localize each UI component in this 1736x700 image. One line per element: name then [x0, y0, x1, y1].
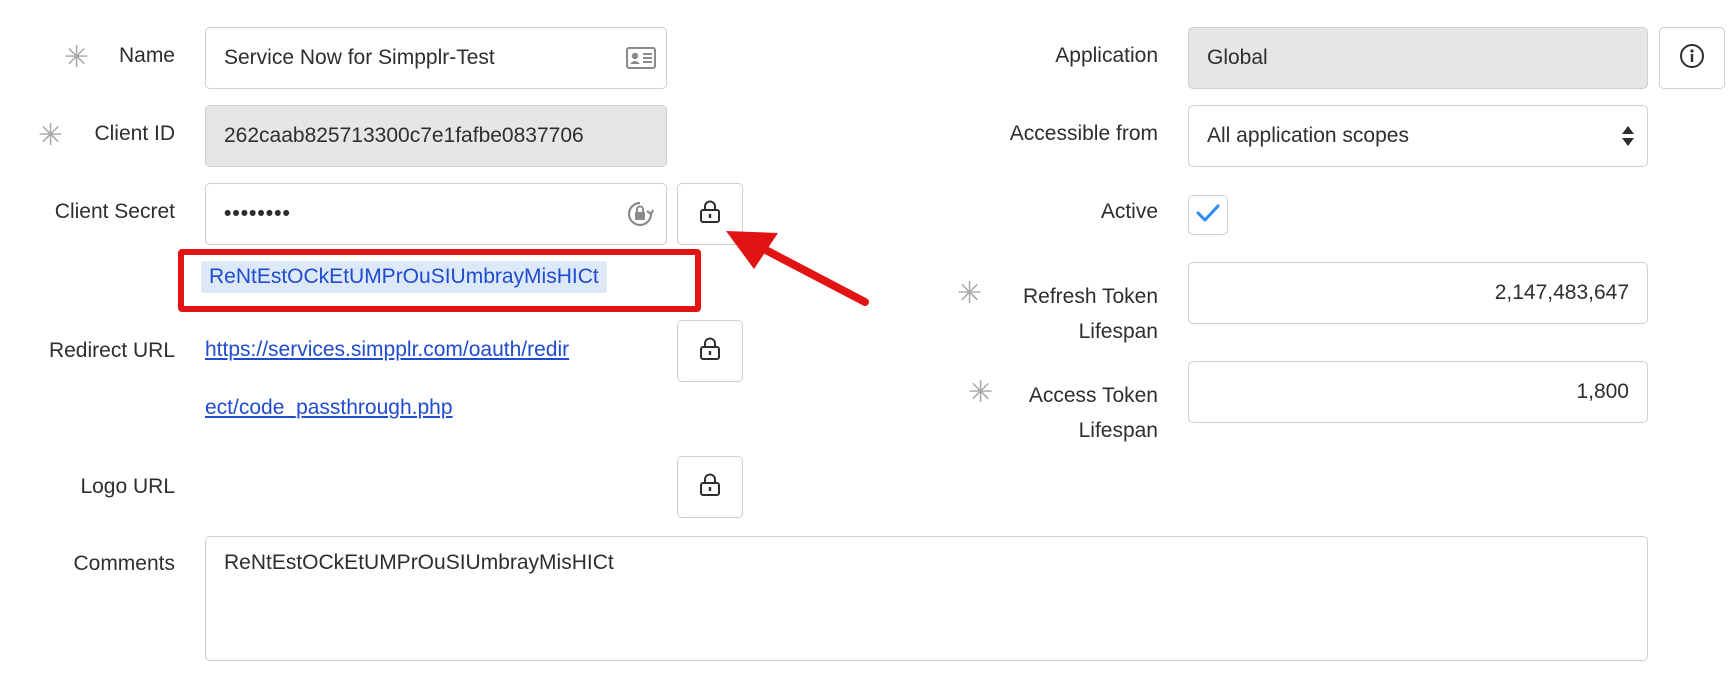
application-value: Global — [1207, 46, 1268, 69]
client-id-value: 262caab825713300c7e1fafbe0837706 — [224, 124, 584, 147]
access-token-label-line2: Lifespan — [1078, 419, 1158, 442]
contact-card-icon[interactable] — [626, 47, 656, 69]
refresh-token-field[interactable]: 2,147,483,647 — [1188, 262, 1648, 324]
redirect-url-link-line2[interactable]: ect/code_passthrough.php — [205, 396, 453, 420]
lock-icon — [699, 337, 721, 366]
accessible-from-value: All application scopes — [1207, 124, 1409, 147]
client-secret-masked: •••••••• — [224, 202, 291, 225]
access-token-value: 1,800 — [1576, 380, 1629, 403]
refresh-token-label-line2: Lifespan — [1078, 320, 1158, 343]
access-token-label: Access Token Lifespan — [900, 378, 1158, 448]
refresh-token-label-line1: Refresh Token — [1022, 285, 1158, 308]
name-value: Service Now for Simpplr-Test — [224, 46, 495, 69]
redirect-url-label: Redirect URL — [48, 339, 175, 362]
client-secret-label: Client Secret — [54, 200, 175, 223]
comments-label: Comments — [73, 552, 175, 575]
refresh-token-label: Refresh Token Lifespan — [900, 279, 1158, 349]
client-secret-field[interactable]: •••••••• — [205, 183, 667, 245]
application-info-button[interactable] — [1659, 27, 1725, 89]
lock-icon — [699, 473, 721, 502]
access-token-label-line1: Access Token — [1028, 384, 1158, 407]
accessible-from-label: Accessible from — [1009, 122, 1158, 145]
client-id-label: Client ID — [94, 122, 175, 145]
info-icon — [1679, 43, 1705, 74]
active-label: Active — [1100, 200, 1158, 223]
client-id-field[interactable]: 262caab825713300c7e1fafbe0837706 — [205, 105, 667, 167]
checkmark-icon — [1195, 203, 1221, 228]
redirect-url-lock-button[interactable] — [677, 320, 743, 382]
lock-icon — [699, 200, 721, 229]
redirect-url-link-line1[interactable]: https://services.simpplr.com/oauth/redir — [205, 338, 569, 362]
key-lock-icon[interactable] — [626, 200, 654, 228]
accessible-from-select[interactable]: All application scopes — [1188, 105, 1648, 167]
active-checkbox[interactable] — [1188, 195, 1228, 235]
required-asterisk: ✳ — [64, 41, 90, 74]
logo-url-label: Logo URL — [80, 475, 175, 498]
revealed-secret-text[interactable]: ReNtEstOCkEtUMPrOuSIUmbrayMisHICt — [201, 261, 607, 293]
application-label: Application — [1055, 44, 1158, 67]
name-field[interactable]: Service Now for Simpplr-Test — [205, 27, 667, 89]
annotation-arrow — [726, 231, 869, 306]
access-token-field[interactable]: 1,800 — [1188, 361, 1648, 423]
comments-textarea[interactable]: ReNtEstOCkEtUMPrOuSIUmbrayMisHICt — [205, 536, 1648, 661]
required-asterisk: ✳ — [38, 119, 64, 152]
refresh-token-value: 2,147,483,647 — [1494, 281, 1629, 304]
application-field[interactable]: Global — [1188, 27, 1648, 89]
name-label: Name — [118, 44, 175, 67]
up-down-arrows-icon — [1621, 124, 1635, 148]
logo-url-lock-button[interactable] — [677, 456, 743, 518]
